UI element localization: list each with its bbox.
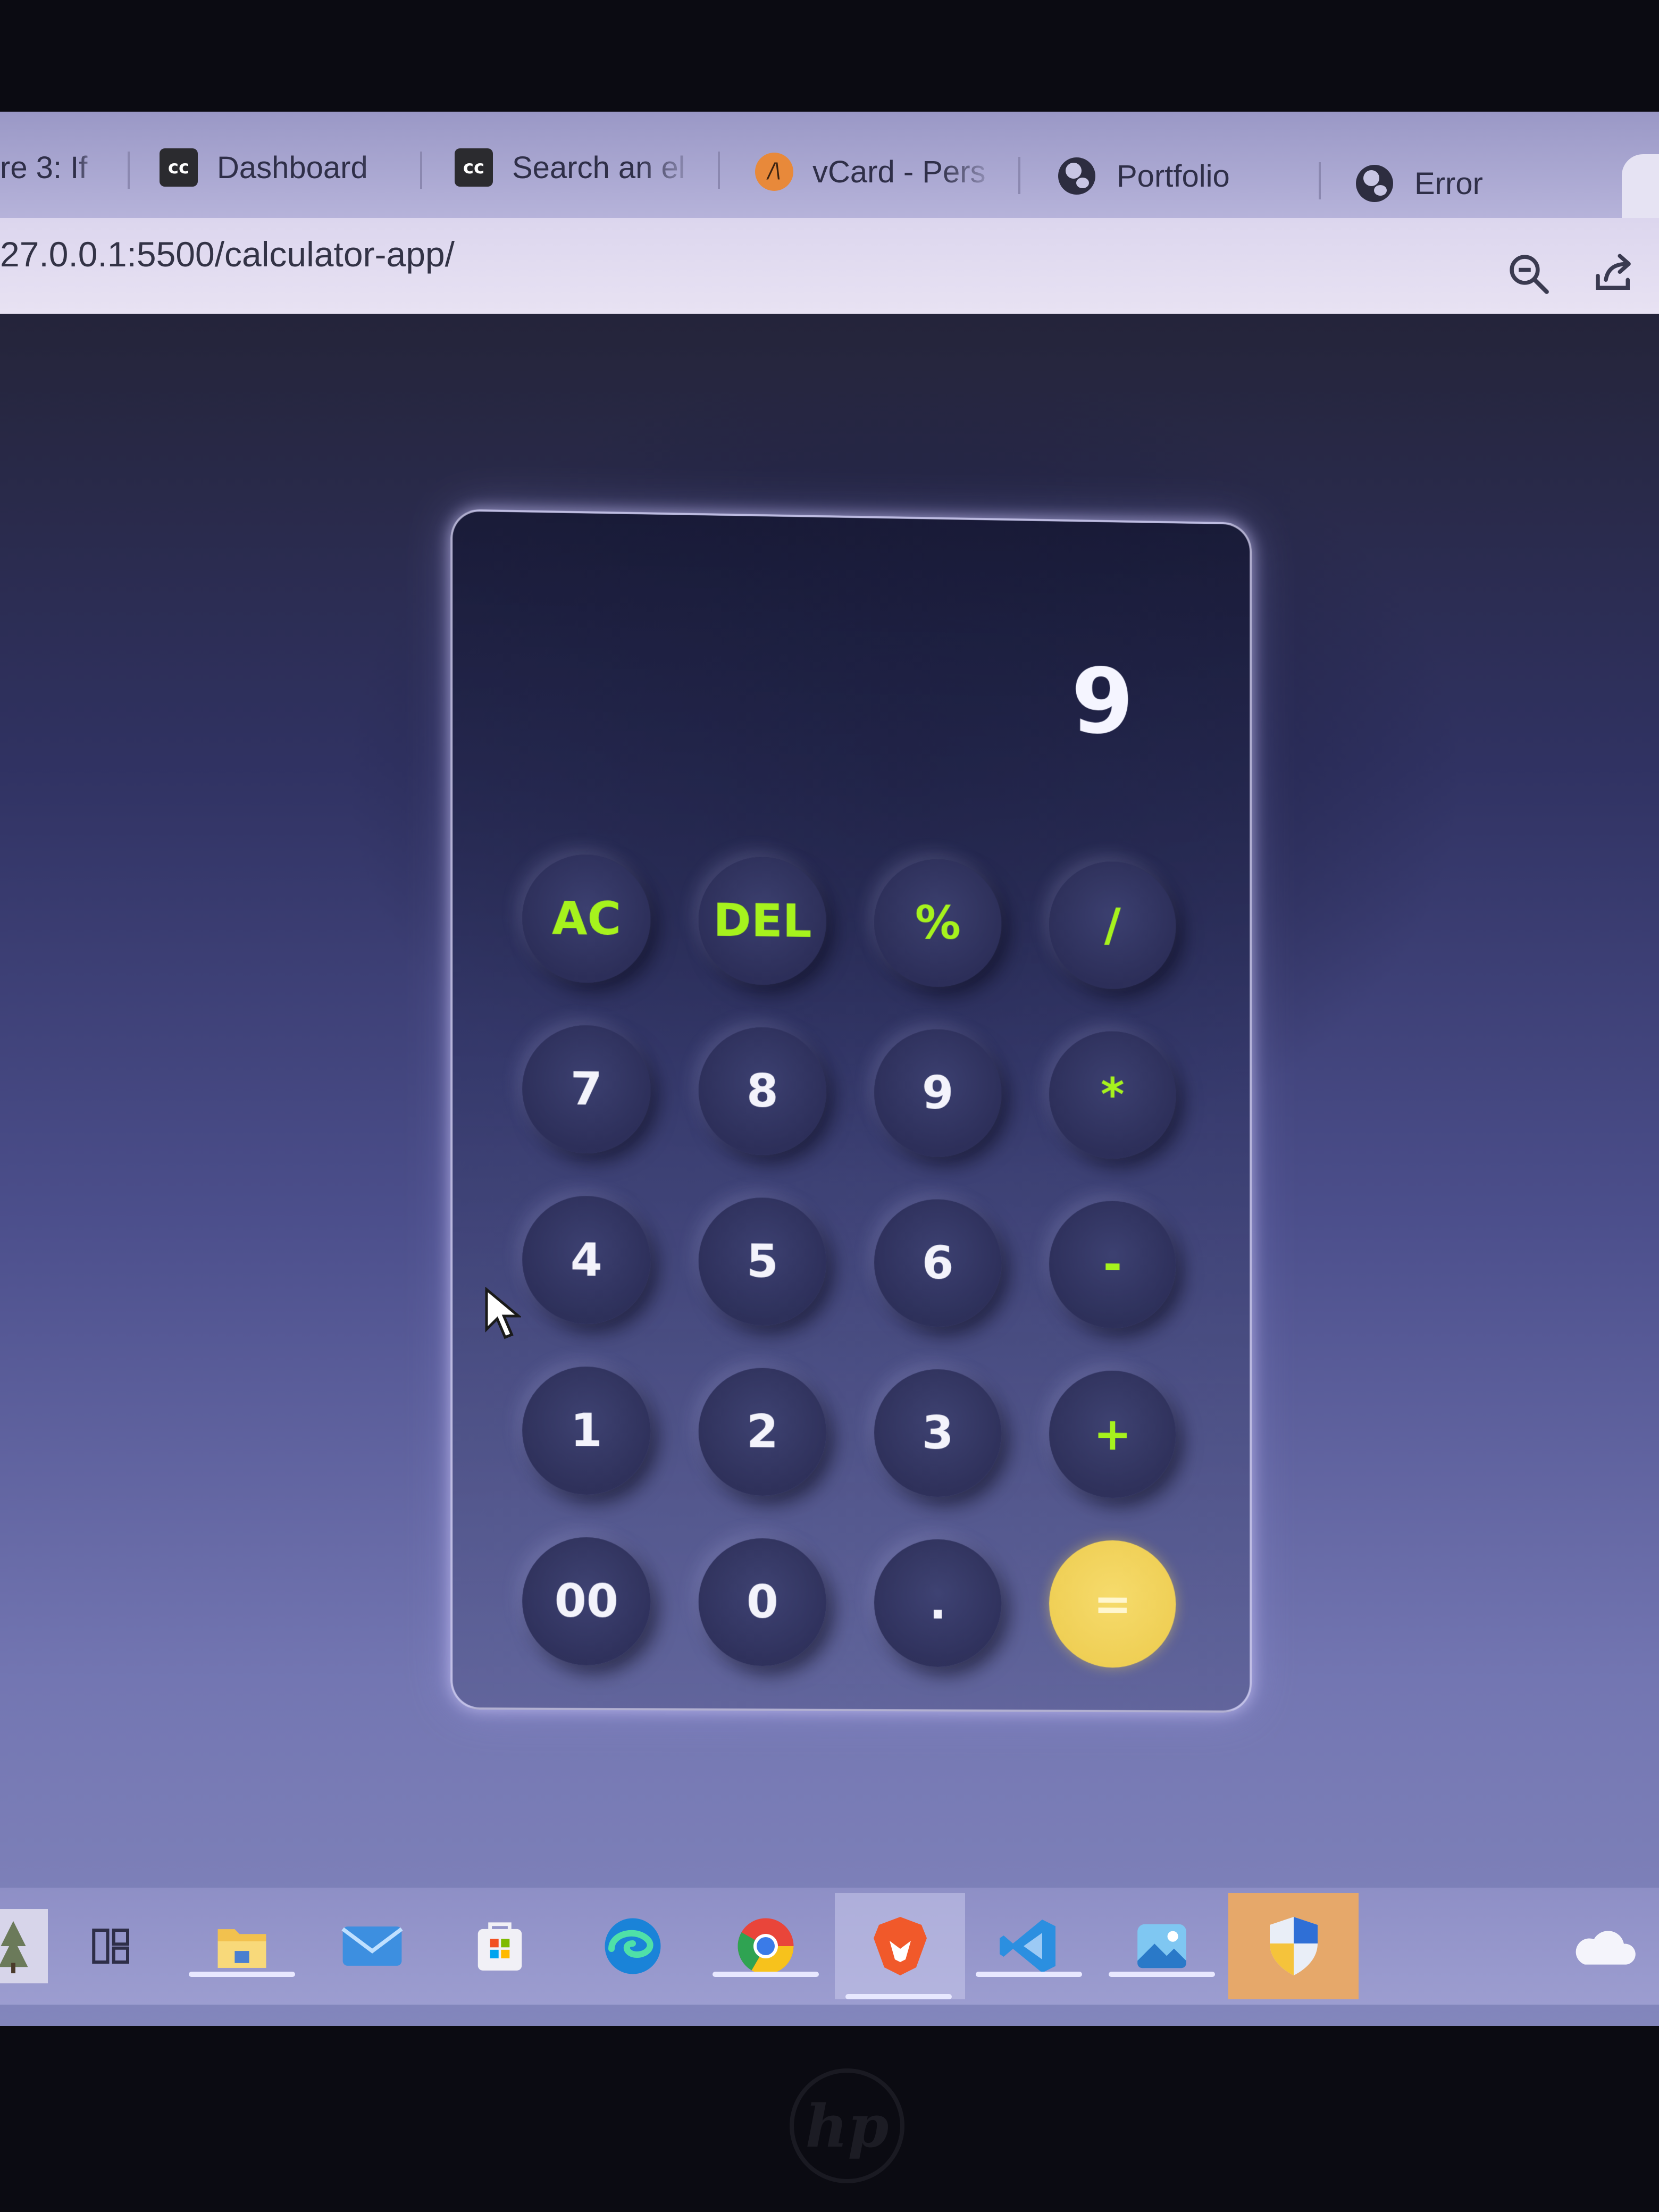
chrome-icon — [738, 1918, 794, 1974]
brave-button[interactable] — [835, 1893, 965, 1999]
active-indicator — [713, 1972, 819, 1977]
key-percent-button[interactable]: % — [874, 858, 1002, 988]
task-view-icon — [92, 1929, 129, 1964]
file-explorer-icon — [217, 1929, 266, 1968]
widgets-button[interactable] — [0, 1909, 48, 1983]
tab-error[interactable]: Error — [1356, 154, 1558, 213]
key-5-button[interactable]: 5 — [698, 1197, 827, 1326]
tab-vcard[interactable]: /\ vCard - Pers — [755, 143, 1000, 201]
tab-separator — [1319, 162, 1321, 199]
key-3-button[interactable]: 3 — [874, 1369, 1002, 1497]
key-equals-button[interactable]: = — [1049, 1540, 1176, 1668]
photos-icon — [1137, 1924, 1186, 1968]
tab-dashboard[interactable]: cc Dashboard — [160, 138, 425, 197]
tab-separator — [718, 152, 720, 189]
chrome-button[interactable] — [713, 1909, 819, 1983]
key-7-button[interactable]: 7 — [522, 1024, 651, 1154]
mail-icon — [341, 1926, 403, 1966]
calculator-display: 9 — [1071, 649, 1134, 755]
mouse-cursor-icon — [485, 1287, 521, 1339]
edge-icon — [605, 1918, 661, 1974]
store-icon — [477, 1922, 522, 1971]
key-multiply-button[interactable]: * — [1049, 1030, 1176, 1160]
tab-label: Portfolio — [1117, 158, 1230, 194]
key-2-button[interactable]: 2 — [698, 1367, 827, 1496]
edge-button[interactable] — [593, 1909, 673, 1983]
mail-button[interactable] — [332, 1909, 412, 1983]
tab-label: vCard - Pers — [812, 154, 986, 189]
tab-label: re 3: If — [0, 150, 88, 185]
calculator-keypad: AC DEL%/7 8 9 * 4 5 6-1 2 3 +00 0. = — [522, 853, 1224, 1668]
key-0-button[interactable]: 0 — [698, 1538, 827, 1666]
key-divide-button[interactable]: / — [1049, 860, 1176, 990]
tab-separator — [1018, 157, 1020, 194]
zoom-out-icon[interactable] — [1505, 250, 1553, 298]
globe-icon — [1356, 165, 1393, 202]
url-text[interactable]: 27.0.0.1:5500/calculator-app/ — [0, 234, 455, 274]
security-button[interactable] — [1228, 1893, 1359, 1999]
tab-re3[interactable]: re 3: If — [0, 138, 101, 197]
store-button[interactable] — [460, 1909, 540, 1983]
monitor-screen: re 3: If cc Dashboard cc Search an el /\… — [0, 112, 1659, 2026]
tab-label: Error — [1414, 166, 1483, 201]
cc-icon: cc — [455, 148, 493, 187]
cc-icon: cc — [160, 148, 198, 187]
key-del-button[interactable]: DEL — [698, 856, 827, 986]
tab-separator — [128, 152, 130, 189]
key-9-button[interactable]: 9 — [874, 1028, 1002, 1158]
active-indicator — [189, 1972, 295, 1977]
tab-label: Search an el — [512, 150, 685, 185]
active-indicator — [845, 1994, 952, 1999]
tab-portfolio[interactable]: Portfolio — [1058, 147, 1281, 205]
vscode-button[interactable] — [976, 1909, 1082, 1983]
key-1-button[interactable]: 1 — [522, 1366, 651, 1495]
task-view-button[interactable] — [72, 1909, 152, 1983]
vcard-icon: /\ — [755, 153, 793, 191]
calculator: 9 AC DEL%/7 8 9 * 4 5 6-1 2 3 +00 0. = — [450, 509, 1252, 1713]
key-00-button[interactable]: 00 — [522, 1537, 651, 1666]
onedrive-icon — [1576, 1931, 1636, 1965]
globe-icon — [1058, 157, 1095, 195]
brave-icon — [873, 1917, 927, 1975]
tab-separator — [420, 152, 422, 189]
widgets-icon — [0, 1921, 28, 1974]
key-4-button[interactable]: 4 — [522, 1195, 651, 1325]
tab-search[interactable]: cc Search an el — [455, 138, 699, 197]
share-icon[interactable] — [1590, 250, 1638, 298]
onedrive-button[interactable] — [1569, 1909, 1638, 1983]
vscode-icon — [1000, 1920, 1055, 1973]
address-bar[interactable]: 27.0.0.1:5500/calculator-app/ — [0, 218, 1659, 314]
tab-label: Dashboard — [217, 150, 368, 185]
security-icon — [1269, 1917, 1318, 1975]
active-indicator — [1109, 1972, 1215, 1977]
key-plus-button[interactable]: + — [1049, 1370, 1176, 1498]
key-ac-button[interactable]: AC — [522, 853, 651, 984]
key-minus-button[interactable]: - — [1049, 1200, 1176, 1329]
taskbar — [0, 1888, 1659, 2005]
key-decimal-button[interactable]: . — [874, 1539, 1002, 1668]
key-8-button[interactable]: 8 — [698, 1026, 827, 1156]
active-indicator — [976, 1972, 1082, 1977]
file-explorer-button[interactable] — [189, 1909, 295, 1983]
hp-logo: hp — [790, 2068, 904, 2183]
key-6-button[interactable]: 6 — [874, 1199, 1002, 1328]
photos-button[interactable] — [1109, 1909, 1215, 1983]
browser-tab-strip: re 3: If cc Dashboard cc Search an el /\… — [0, 112, 1659, 239]
